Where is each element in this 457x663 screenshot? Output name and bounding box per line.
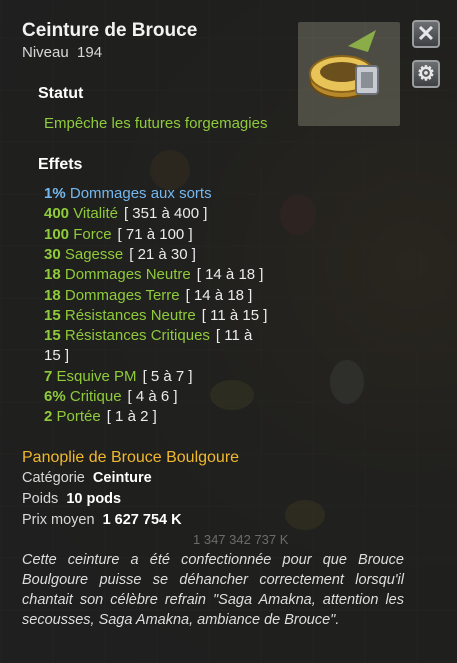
effect-line: 18 Dommages Neutre [ 14 à 18 ] [44,266,263,283]
background-price: 1 347 342 737 K [193,532,289,547]
effect-value: 7 [44,367,53,385]
effect-label: Esquive PM [56,367,137,385]
effect-line: 7 Esquive PM [ 5 à 7 ] [44,368,193,385]
effect-value: 1% [44,185,66,202]
effect-value: 15 [44,306,61,324]
weight-row: Poids 10 pods [22,491,121,507]
effect-line: 30 Sagesse [ 21 à 30 ] [44,246,196,263]
level-label: Niveau [22,44,69,61]
effect-line: 2 Portée [ 1 à 2 ] [44,408,157,425]
effect-label: Sagesse [64,245,124,263]
weight-label: Poids [22,491,59,507]
effect-value: 18 [44,266,61,284]
effect-value: 6% [44,388,66,405]
effect-range: [ 351 à 400 ] [123,205,208,223]
effect-label: Résistances Neutre [64,306,196,324]
effect-range: [ 11 à [215,327,253,345]
weight-value: 10 pods [66,491,122,507]
price-row: Prix moyen 1 627 754 K [22,512,182,528]
effect-range: [ 4 à 6 ] [127,388,178,405]
effect-range: [ 21 à 30 ] [129,245,196,263]
effect-value: 400 [44,205,70,223]
effect-line: 15 Résistances Critiques [ 11 à [44,327,252,344]
effect-label: Dommages aux sorts [69,185,212,202]
effect-line: 400 Vitalité [ 351 à 400 ] [44,205,207,222]
price-label: Prix moyen [22,512,95,528]
effect-value: 18 [44,286,61,304]
effect-label: Portée [56,408,101,426]
effect-value: 100 [44,225,70,243]
effect-range: [ 11 à 15 ] [201,306,268,324]
effect-line: 15 Résistances Neutre [ 11 à 15 ] [44,307,267,324]
effect-value: 2 [44,408,53,426]
set-name[interactable]: Panoplie de Brouce Boulgoure [22,449,239,467]
item-name: Ceinture de Brouce [22,20,198,41]
effect-range: [ 71 à 100 ] [117,225,193,243]
close-icon: ✕ [416,21,436,46]
gear-icon: ⚙ [417,63,435,85]
effect-line: 18 Dommages Terre [ 14 à 18 ] [44,287,252,304]
effect-line: 100 Force [ 71 à 100 ] [44,226,193,243]
effect-range: [ 14 à 18 ] [185,286,253,304]
effect-value: 30 [44,245,61,263]
close-button[interactable]: ✕ [412,20,440,48]
price-value: 1 627 754 K [102,512,182,528]
effect-label: Vitalité [73,205,118,223]
effect-label: Dommages Neutre [64,266,191,284]
item-description: Cette ceinture a été confectionnée pour … [22,552,404,628]
effect-range: [ 5 à 7 ] [142,367,193,385]
effect-line: 6% Critique [ 4 à 6 ] [44,388,178,405]
effect-range: [ 14 à 18 ] [196,266,264,284]
settings-button[interactable]: ⚙ [412,60,440,88]
effect-label: Dommages Terre [64,286,180,304]
category-row: Catégorie Ceinture [22,470,152,486]
level-value: 194 [77,44,103,61]
category-value: Ceinture [92,470,152,486]
statut-text: Empêche les futures forgemagies [44,115,268,132]
statut-heading: Statut [38,85,84,102]
item-image [298,22,400,126]
category-label: Catégorie [22,470,85,486]
effect-range: [ 1 à 2 ] [106,408,157,426]
belt-icon [309,30,379,99]
effets-heading: Effets [38,156,83,173]
effect-line: 1% Dommages aux sorts [44,185,212,202]
effect-range: 15 ] [44,347,70,365]
effect-label: Résistances Critiques [64,327,210,345]
effect-label: Force [73,225,112,243]
item-level: Niveau 194 [22,44,102,61]
effect-label: Critique [69,388,122,405]
effect-line: 15 ] [44,347,69,364]
effect-value: 15 [44,327,61,345]
